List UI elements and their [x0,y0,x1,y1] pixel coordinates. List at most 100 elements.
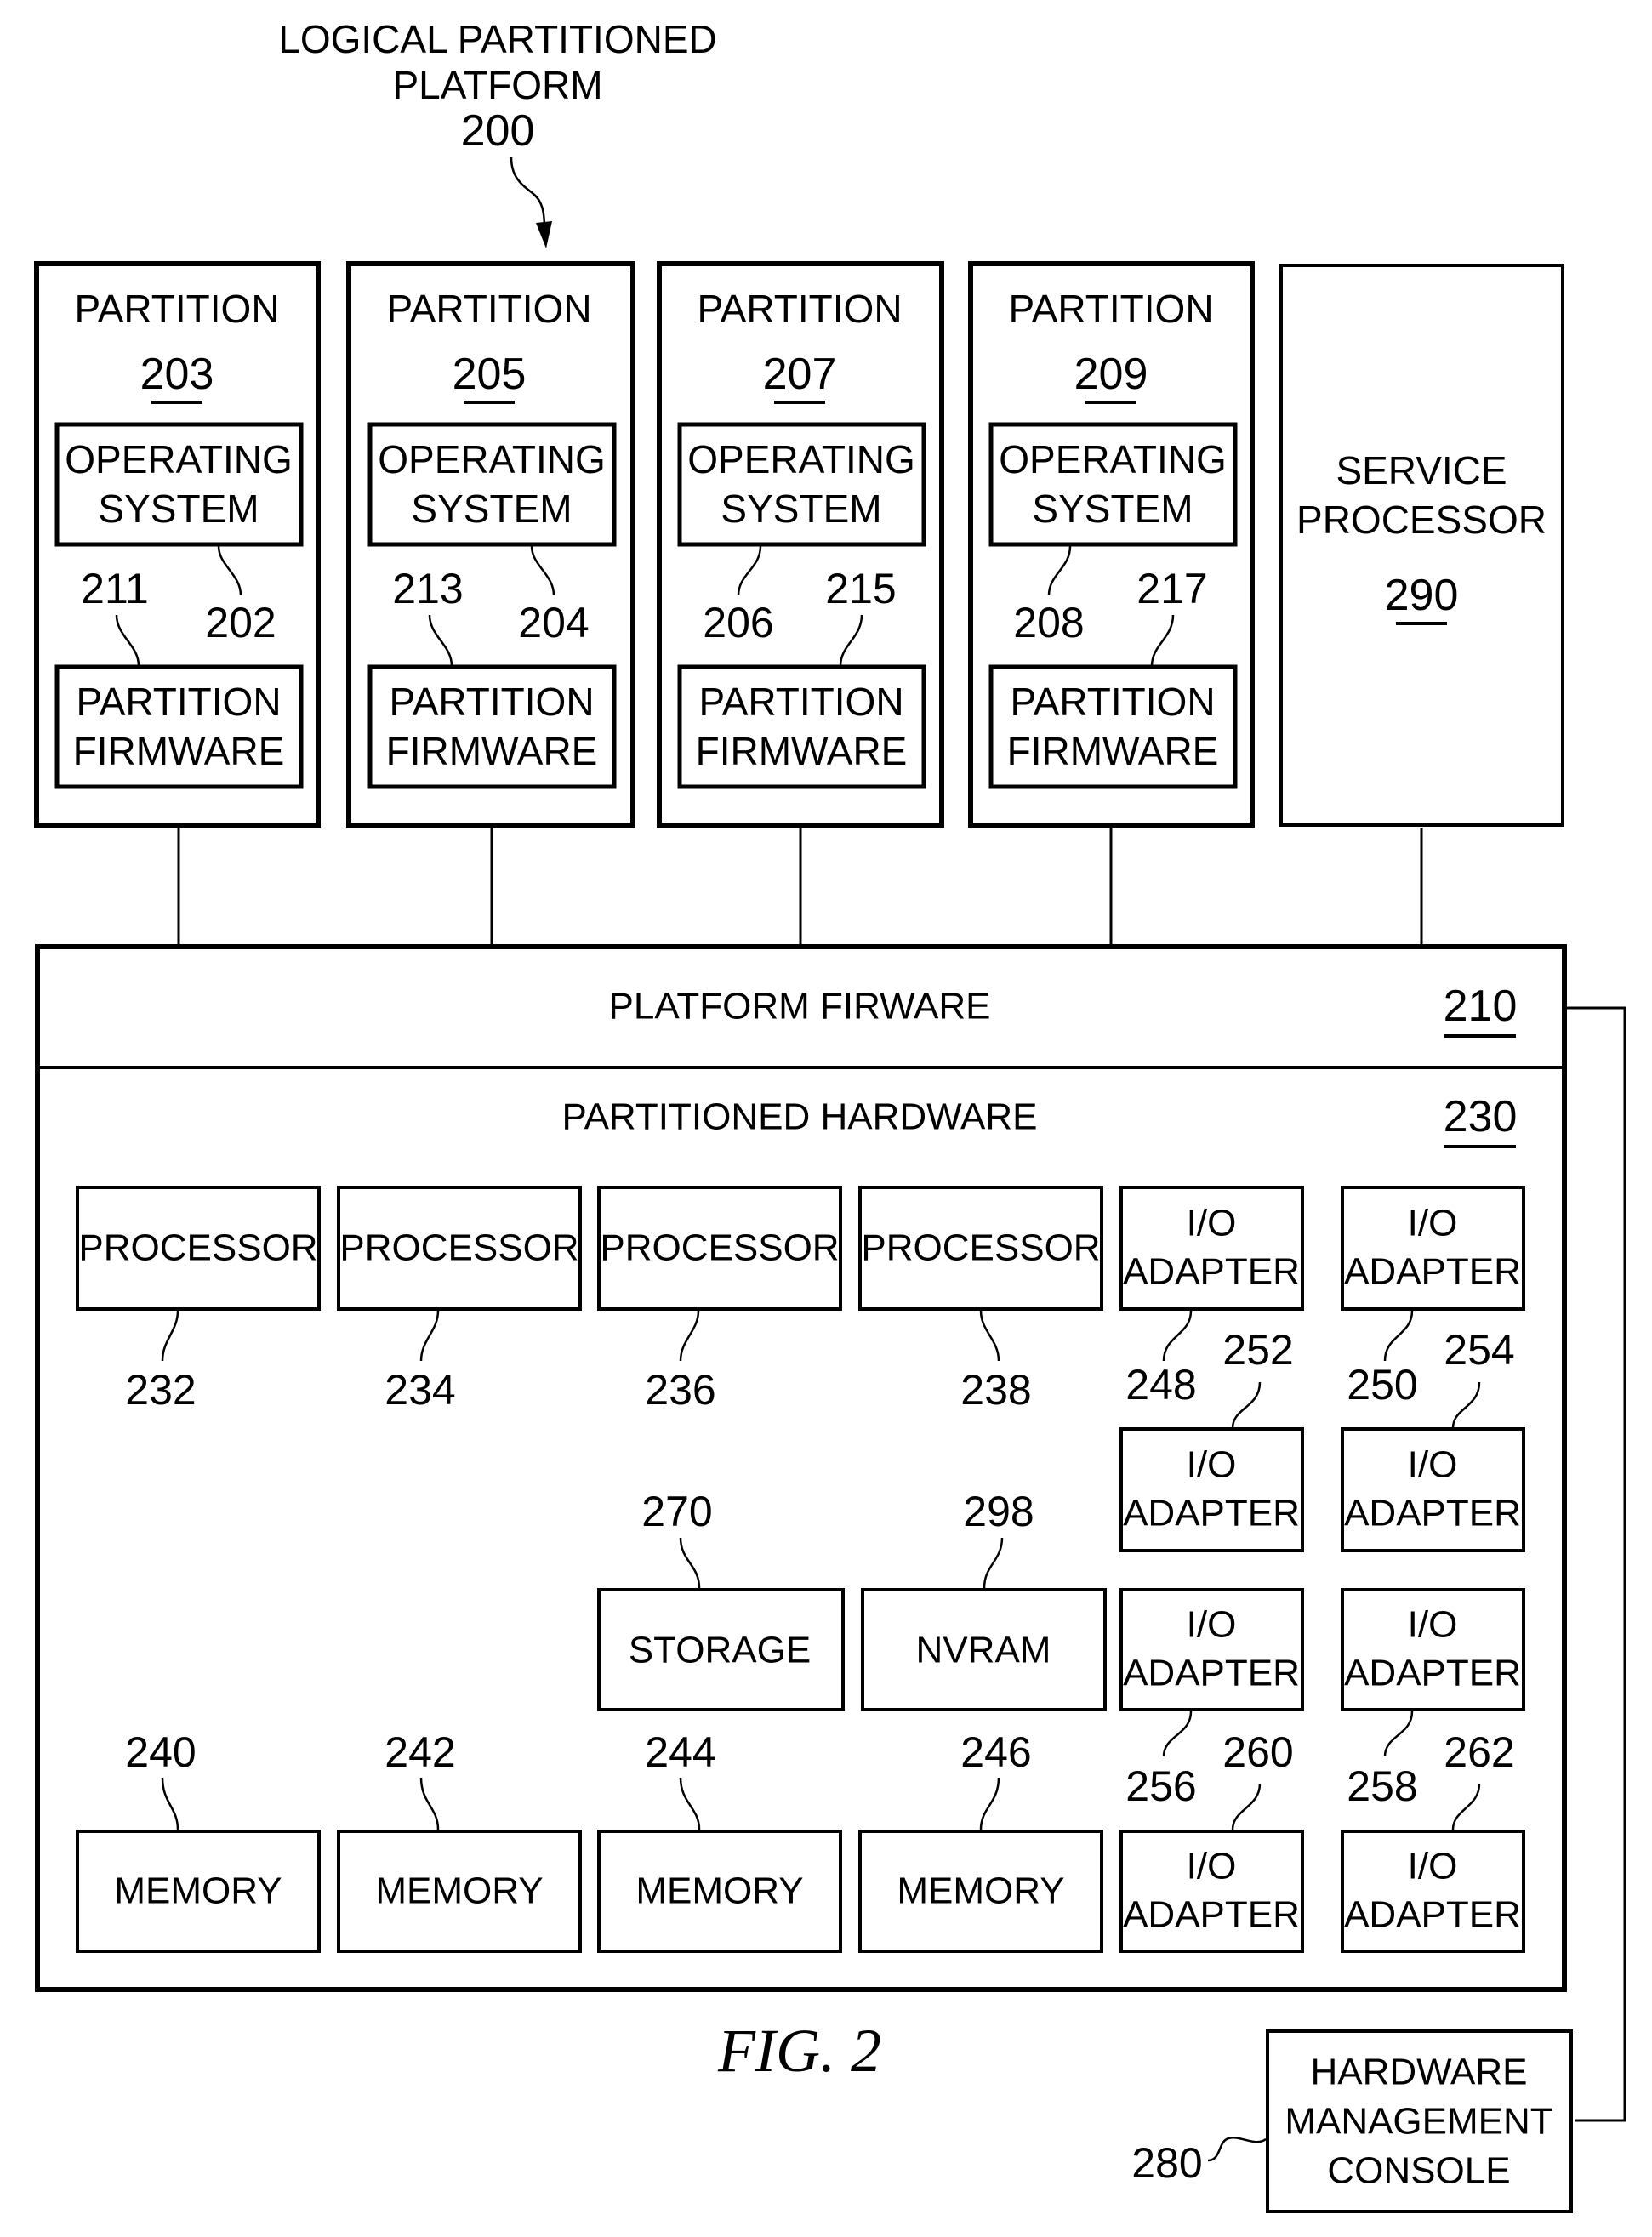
hmc-line-2: MANAGEMENT [1285,2101,1552,2143]
partition-207: PARTITION 207 OPERATING SYSTEM 206 215 P… [657,261,944,828]
figure-title: LOGICAL PARTITIONED PLATFORM 200 [278,17,717,248]
partition-title: PARTITION [697,287,902,331]
fw-ref: 215 [825,565,896,612]
nvram-label: NVRAM [916,1630,1051,1671]
memory-ref: 240 [125,1728,196,1776]
fw-label-line-2: FIRMWARE [1007,729,1219,773]
partition-209: PARTITION 209 OPERATING SYSTEM 208 217 P… [968,261,1255,828]
service-processor-line-1: SERVICE [1336,448,1507,492]
memory-label: MEMORY [635,1870,803,1912]
os-label-line-2: SYSTEM [98,487,259,531]
io-adapter-ref: 258 [1347,1762,1417,1810]
io-adapter-line-2: ADAPTER [1344,1251,1521,1293]
io-adapter-line-2: ADAPTER [1344,1894,1521,1936]
processor-label: PROCESSOR [861,1227,1100,1269]
processor-label: PROCESSOR [78,1227,317,1269]
fw-label-line-2: FIRMWARE [696,729,908,773]
partitioned-hardware-label: PARTITIONED HARDWARE [561,1096,1037,1138]
platform-firmware-ref: 210 [1444,982,1518,1031]
service-processor-box [1279,264,1564,827]
memory-ref: 246 [960,1728,1031,1776]
os-label-line-1: OPERATING [999,437,1227,481]
processor-ref: 238 [960,1366,1031,1414]
partition-ref: 207 [763,350,837,399]
io-adapter-line-1: I/O [1408,1604,1458,1646]
service-processor: SERVICE PROCESSOR 290 [1279,264,1564,827]
service-processor-line-2: PROCESSOR [1296,498,1547,542]
logical-partitioned-platform-diagram: LOGICAL PARTITIONED PLATFORM 200 PARTITI… [34,17,1626,2213]
os-label-line-1: OPERATING [378,437,606,481]
io-adapter-ref: 254 [1444,1326,1514,1374]
os-ref: 206 [703,599,773,646]
storage-ref: 270 [641,1488,712,1535]
processor-ref: 232 [125,1366,196,1414]
partition-title: PARTITION [386,287,591,331]
os-label-line-1: OPERATING [687,437,915,481]
io-adapter-ref: 250 [1347,1361,1417,1409]
io-adapter-line-1: I/O [1187,1444,1237,1486]
io-adapter-line-1: I/O [1408,1846,1458,1887]
io-adapter-ref: 256 [1125,1762,1196,1810]
io-adapter-line-2: ADAPTER [1123,1493,1300,1534]
fw-ref: 217 [1136,565,1207,612]
fw-ref: 213 [392,565,463,612]
os-label-line-1: OPERATING [65,437,293,481]
io-adapter-ref: 262 [1444,1728,1514,1776]
hmc-connection-line [1567,1006,1626,2122]
partition-203: PARTITION 203 OPERATING SYSTEM 202 211 P… [34,261,321,828]
fw-ref: 211 [81,565,149,612]
figure-ref: 200 [461,106,535,156]
io-adapter-ref: 260 [1222,1728,1293,1776]
fw-label-line-1: PARTITION [389,680,594,724]
partition-connectors [177,828,1423,946]
memory-label: MEMORY [375,1870,543,1912]
processor-label: PROCESSOR [600,1227,839,1269]
partitioned-hardware-ref: 230 [1444,1092,1518,1141]
io-adapter-ref: 252 [1222,1326,1293,1374]
figure-title-line-2: PLATFORM [392,63,602,107]
partition-205: PARTITION 205 OPERATING SYSTEM 204 213 P… [346,261,635,828]
processor-label: PROCESSOR [339,1227,578,1269]
partition-title: PARTITION [1008,287,1213,331]
fw-label-line-1: PARTITION [76,680,281,724]
figure-ref-arrow-icon [510,157,546,231]
os-label-line-2: SYSTEM [411,487,572,531]
hmc-ref: 280 [1131,2139,1202,2187]
io-adapter-line-1: I/O [1408,1203,1458,1244]
io-adapter-line-2: ADAPTER [1344,1493,1521,1534]
io-adapter-line-2: ADAPTER [1123,1251,1300,1293]
memory-label: MEMORY [114,1870,282,1912]
processor-ref: 234 [385,1366,455,1414]
os-label-line-2: SYSTEM [721,487,881,531]
figure-caption: FIG. 2 [717,2017,881,2085]
hmc-line-1: HARDWARE [1310,2052,1527,2093]
os-ref: 202 [205,599,276,646]
partition-ref: 203 [140,350,214,399]
io-adapter-ref: 248 [1125,1361,1196,1409]
processor-ref: 236 [645,1366,715,1414]
fw-label-line-2: FIRMWARE [73,729,285,773]
fw-label-line-1: PARTITION [698,680,903,724]
fw-label-line-2: FIRMWARE [386,729,598,773]
partition-title: PARTITION [74,287,279,331]
io-adapter-line-2: ADAPTER [1123,1653,1300,1694]
io-adapter-line-2: ADAPTER [1344,1653,1521,1694]
arrowhead-icon [536,221,552,248]
nvram-ref: 298 [963,1488,1034,1535]
io-adapter-line-1: I/O [1187,1203,1237,1244]
os-ref: 204 [518,599,589,646]
memory-ref: 242 [385,1728,455,1776]
figure-title-line-1: LOGICAL PARTITIONED [278,17,716,61]
partition-ref: 209 [1074,350,1148,399]
storage-label: STORAGE [629,1630,811,1671]
os-label-line-2: SYSTEM [1032,487,1193,531]
leader-line [1207,2137,1267,2162]
memory-ref: 244 [645,1728,715,1776]
partition-ref: 205 [453,350,527,399]
io-adapter-line-1: I/O [1408,1444,1458,1486]
io-adapter-line-2: ADAPTER [1123,1894,1300,1936]
io-adapter-line-1: I/O [1187,1846,1237,1887]
service-processor-ref: 290 [1385,571,1459,620]
io-adapter-line-1: I/O [1187,1604,1237,1646]
hmc-line-3: CONSOLE [1327,2150,1510,2192]
